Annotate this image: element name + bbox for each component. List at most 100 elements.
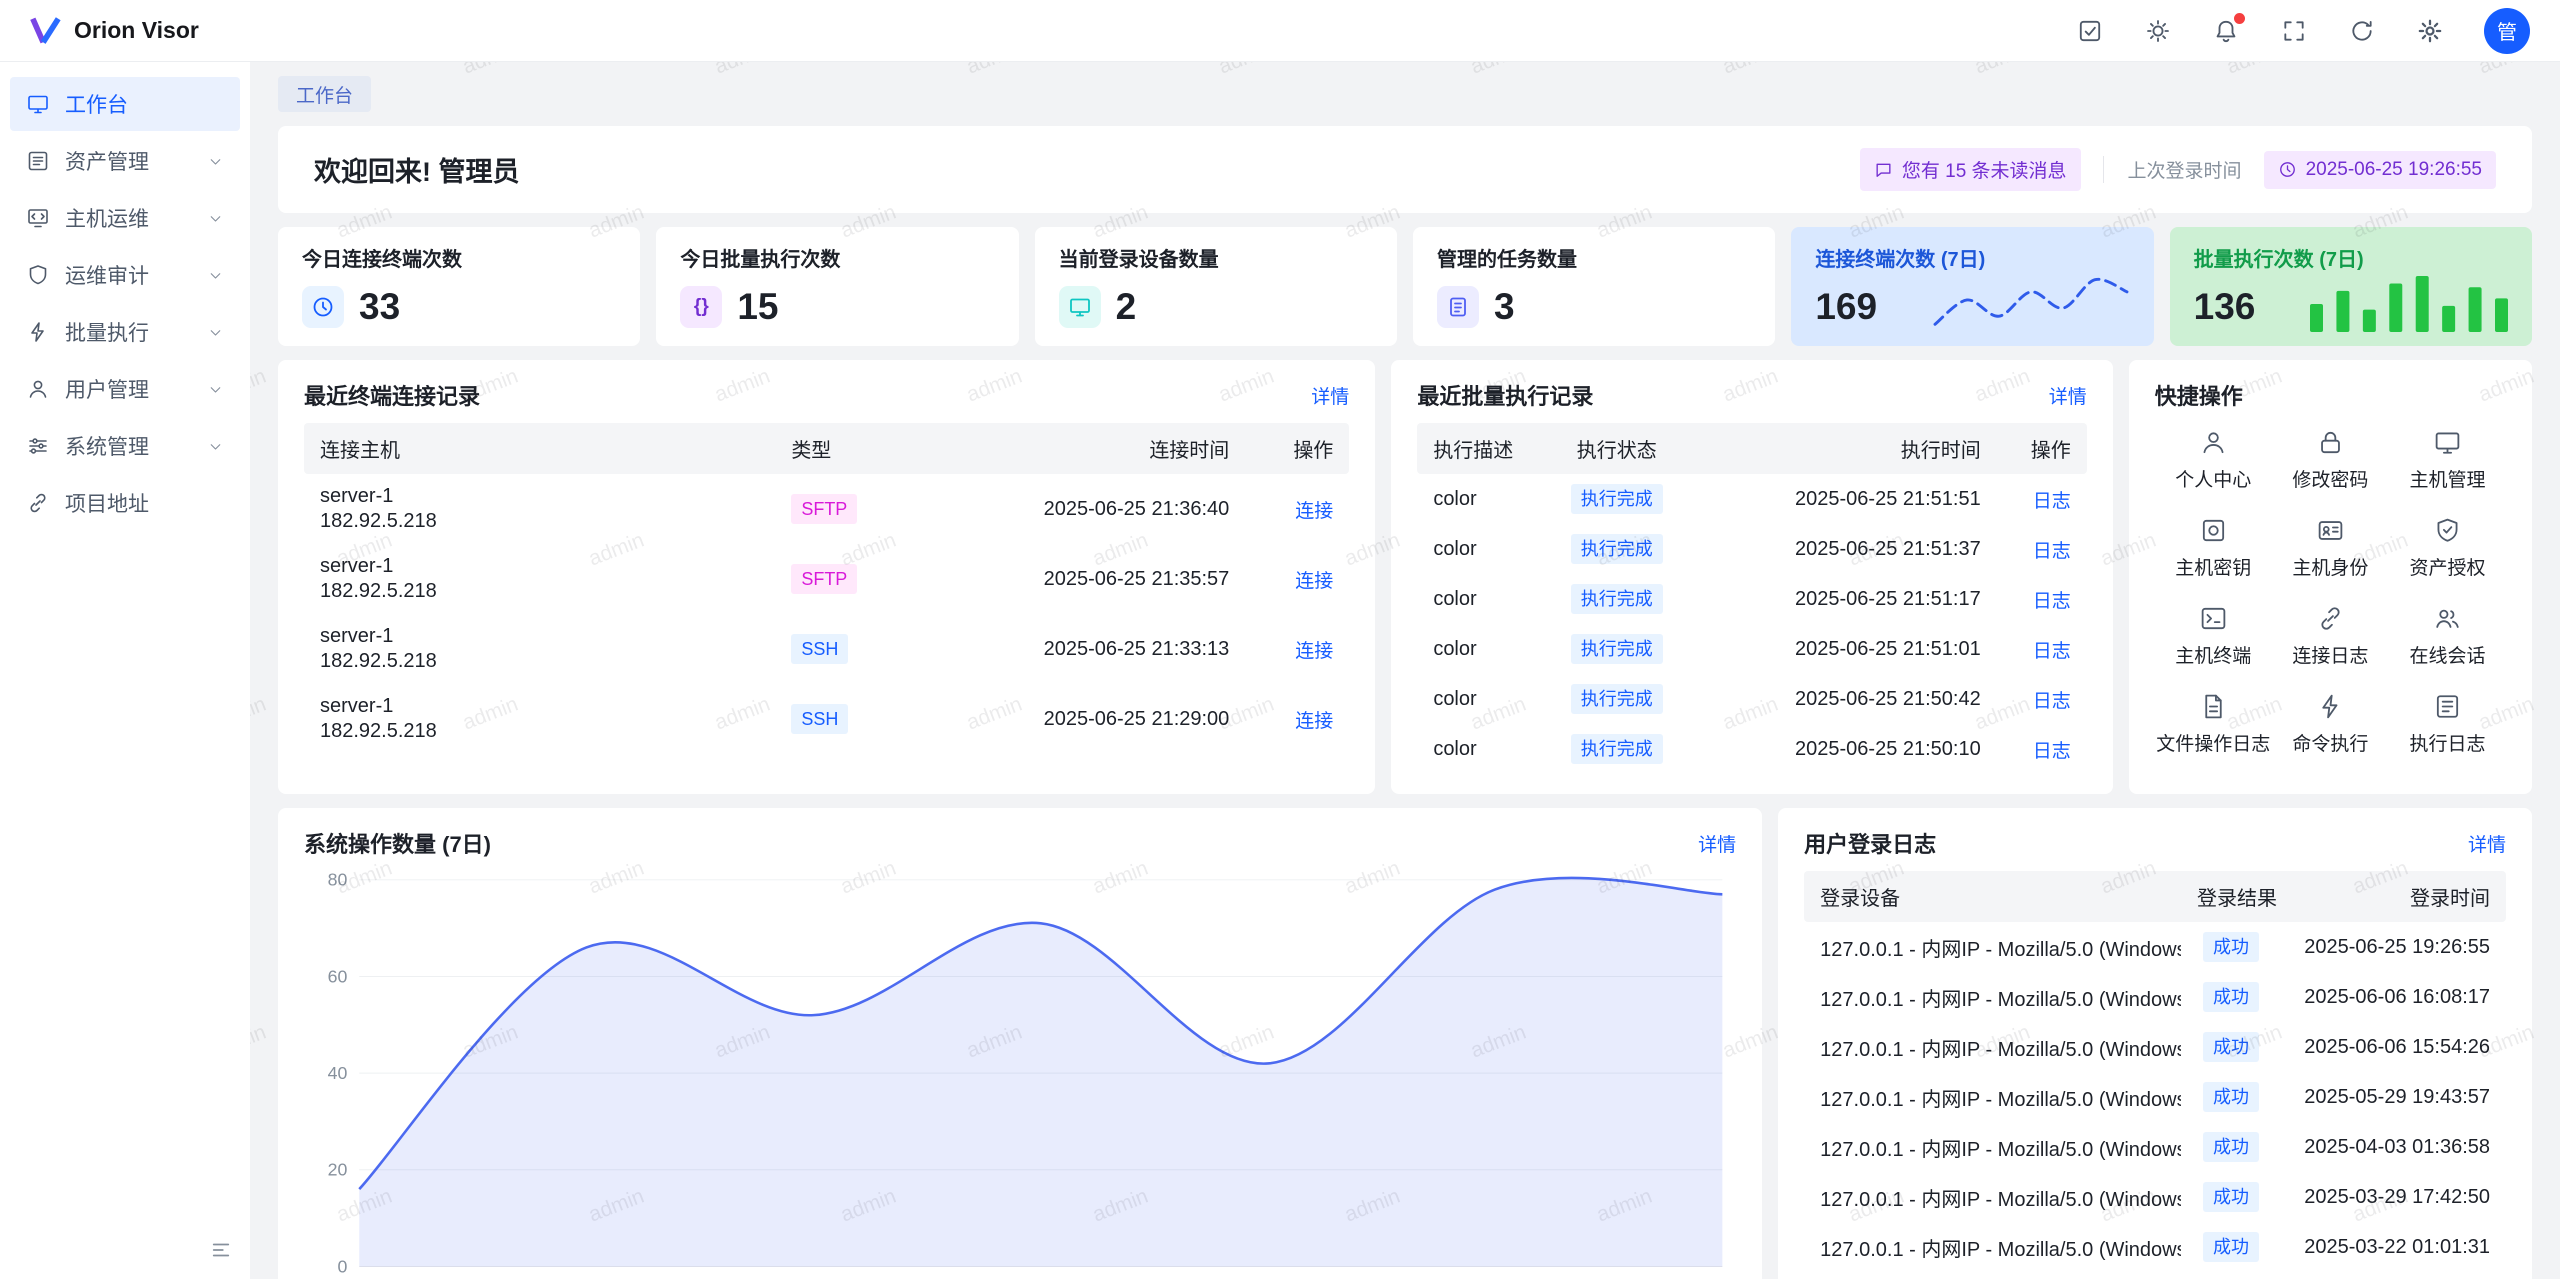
log-link[interactable]: 日志 [2033, 541, 2071, 562]
quick-action-host-manage[interactable]: 主机管理 [2389, 428, 2506, 492]
log-link[interactable]: 日志 [2033, 591, 2071, 612]
quick-action-command-exec[interactable]: 命令执行 [2272, 692, 2389, 756]
connect-link[interactable]: 连接 [1295, 641, 1333, 662]
quick-action-host-key[interactable]: 主机密钥 [2155, 516, 2272, 580]
host-name: server-1 [320, 484, 759, 509]
stat-label: 连接终端次数 (7日) [1815, 243, 2129, 272]
app-logo[interactable]: Orion Visor [30, 16, 199, 46]
sidebar-item-label: 资产管理 [65, 146, 192, 176]
sidebar: 工作台 资产管理 主机运维 运维审计 批量执行 用户管理 系统管理 项目地址 [0, 62, 250, 1279]
execution-desc: color [1417, 524, 1536, 574]
sidebar-item-label: 用户管理 [65, 374, 192, 404]
login-log-row: 127.0.0.1 - 内网IP - Mozilla/5.0 (Windows … [1804, 1272, 2506, 1279]
executions-detail-link[interactable]: 详情 [2049, 382, 2087, 409]
login-device: 127.0.0.1 - 内网IP - Mozilla/5.0 (Windows … [1804, 1022, 2181, 1072]
quick-action-host-identity[interactable]: 主机身份 [2272, 516, 2389, 580]
asset-grant-shield-icon [2433, 516, 2462, 545]
main-content: 工作台 欢迎回来! 管理员 您有 15 条未读消息 上次登录时间 2025-06… [250, 62, 2560, 1279]
execution-time: 2025-06-25 21:51:17 [1697, 574, 1997, 624]
user-avatar[interactable]: 管 [2484, 8, 2530, 54]
connection-time: 2025-06-25 21:33:13 [925, 614, 1245, 684]
connect-link[interactable]: 连接 [1295, 571, 1333, 592]
quick-action-file-log[interactable]: 文件操作日志 [2155, 692, 2272, 756]
login-result-badge: 成功 [2203, 932, 2259, 962]
svg-text:0: 0 [338, 1256, 348, 1276]
stat-card-batch-today: 今日批量执行次数 {} 15 [656, 227, 1018, 346]
connect-link[interactable]: 连接 [1295, 501, 1333, 522]
log-link[interactable]: 日志 [2033, 491, 2071, 512]
panel-title: 最近终端连接记录 [304, 379, 480, 411]
svg-text:80: 80 [328, 870, 348, 890]
host-key-icon [2199, 516, 2228, 545]
col-time: 登录时间 [2281, 871, 2506, 922]
login-device: 127.0.0.1 - 内网IP - Mozilla/5.0 (Windows … [1804, 1222, 2181, 1272]
quick-action-host-terminal[interactable]: 主机终端 [2155, 604, 2272, 668]
execution-row: color 执行完成 2025-06-25 21:51:51 日志 [1417, 474, 2086, 524]
connections-table: 连接主机 类型 连接时间 操作 server-1 182.92.5.218 SF… [304, 423, 1349, 754]
quick-action-connect-log[interactable]: 连接日志 [2272, 604, 2389, 668]
login-time: 2025-06-06 15:54:26 [2281, 1022, 2506, 1072]
fullscreen-icon[interactable] [2280, 17, 2308, 45]
stat-card-terminal-7d: 连接终端次数 (7日) 169 [1791, 227, 2153, 346]
sidebar-collapse-button[interactable] [204, 1233, 238, 1267]
quick-action-label: 文件操作日志 [2156, 729, 2270, 756]
quick-action-label: 主机终端 [2175, 641, 2251, 668]
execution-row: color 执行完成 2025-06-25 21:51:37 日志 [1417, 524, 2086, 574]
sidebar-item-workbench[interactable]: 工作台 [10, 77, 240, 131]
sidebar-item-batch-exec[interactable]: 批量执行 [10, 305, 240, 359]
asset-list-icon [26, 149, 50, 173]
notification-bell-icon[interactable] [2212, 17, 2240, 45]
chart-detail-link[interactable]: 详情 [1698, 830, 1736, 857]
system-settings-icon [26, 434, 50, 458]
sidebar-item-label: 系统管理 [65, 431, 192, 461]
table-header-row: 连接主机 类型 连接时间 操作 [304, 423, 1349, 474]
sidebar-item-users[interactable]: 用户管理 [10, 362, 240, 416]
quick-action-online-session[interactable]: 在线会话 [2389, 604, 2506, 668]
execution-time: 2025-06-25 21:51:51 [1697, 474, 1997, 524]
connections-detail-link[interactable]: 详情 [1311, 382, 1349, 409]
sidebar-item-audit[interactable]: 运维审计 [10, 248, 240, 302]
log-link[interactable]: 日志 [2033, 641, 2071, 662]
recent-executions-panel: 最近批量执行记录 详情 执行描述 执行状态 执行时间 操作 color 执行完成… [1391, 360, 2112, 794]
execution-time: 2025-06-25 21:50:10 [1697, 724, 1997, 774]
login-device: 127.0.0.1 - 内网IP - Mozilla/5.0 (Windows … [1804, 922, 2181, 972]
execution-time: 2025-06-25 21:51:01 [1697, 624, 1997, 674]
login-device: 127.0.0.1 - 内网IP - Mozilla/5.0 (Windows … [1804, 1172, 2181, 1222]
quick-action-change-password[interactable]: 修改密码 [2272, 428, 2389, 492]
log-link[interactable]: 日志 [2033, 741, 2071, 762]
execution-status-badge: 执行完成 [1571, 734, 1663, 764]
quick-action-label: 个人中心 [2175, 465, 2251, 492]
task-square-icon[interactable] [2076, 17, 2104, 45]
login-device: 127.0.0.1 - 内网IP - Mozilla/5.0 (Windows … [1804, 1272, 2181, 1279]
header-actions: 管 [2076, 8, 2530, 54]
login-time: 2025-05-29 19:43:57 [2281, 1072, 2506, 1122]
connection-row: server-1 182.92.5.218 SSH 2025-06-25 21:… [304, 684, 1349, 754]
connect-link[interactable]: 连接 [1295, 711, 1333, 732]
breadcrumb[interactable]: 工作台 [278, 76, 371, 112]
sidebar-item-project-link[interactable]: 项目地址 [10, 476, 240, 530]
refresh-icon[interactable] [2348, 17, 2376, 45]
theme-sun-icon[interactable] [2144, 17, 2172, 45]
quick-actions-grid: 个人中心 修改密码 主机管理 主机密钥 主机身份 [2155, 428, 2506, 756]
execution-row: color 执行完成 2025-06-25 21:51:17 日志 [1417, 574, 2086, 624]
unread-messages-badge[interactable]: 您有 15 条未读消息 [1860, 148, 2081, 191]
settings-gear-icon[interactable] [2416, 17, 2444, 45]
quick-action-exec-log[interactable]: 执行日志 [2389, 692, 2506, 756]
connection-time: 2025-06-25 21:36:40 [925, 474, 1245, 544]
sidebar-item-host-ops[interactable]: 主机运维 [10, 191, 240, 245]
quick-action-personal-center[interactable]: 个人中心 [2155, 428, 2272, 492]
execution-row: color 执行完成 2025-06-25 21:50:42 日志 [1417, 674, 2086, 724]
stat-value: 2 [1116, 286, 1137, 328]
login-log-row: 127.0.0.1 - 内网IP - Mozilla/5.0 (Windows … [1804, 1222, 2506, 1272]
sidebar-item-system[interactable]: 系统管理 [10, 419, 240, 473]
login-log-row: 127.0.0.1 - 内网IP - Mozilla/5.0 (Windows … [1804, 972, 2506, 1022]
stat-value: 3 [1494, 286, 1515, 328]
quick-action-asset-grant[interactable]: 资产授权 [2389, 516, 2506, 580]
host-ip: 182.92.5.218 [320, 509, 759, 534]
login-logs-detail-link[interactable]: 详情 [2468, 830, 2506, 857]
sidebar-item-assets[interactable]: 资产管理 [10, 134, 240, 188]
command-exec-icon [2316, 692, 2345, 721]
log-link[interactable]: 日志 [2033, 691, 2071, 712]
login-time: 2025-03-22 01:01:31 [2281, 1222, 2506, 1272]
login-result-badge: 成功 [2203, 1182, 2259, 1212]
